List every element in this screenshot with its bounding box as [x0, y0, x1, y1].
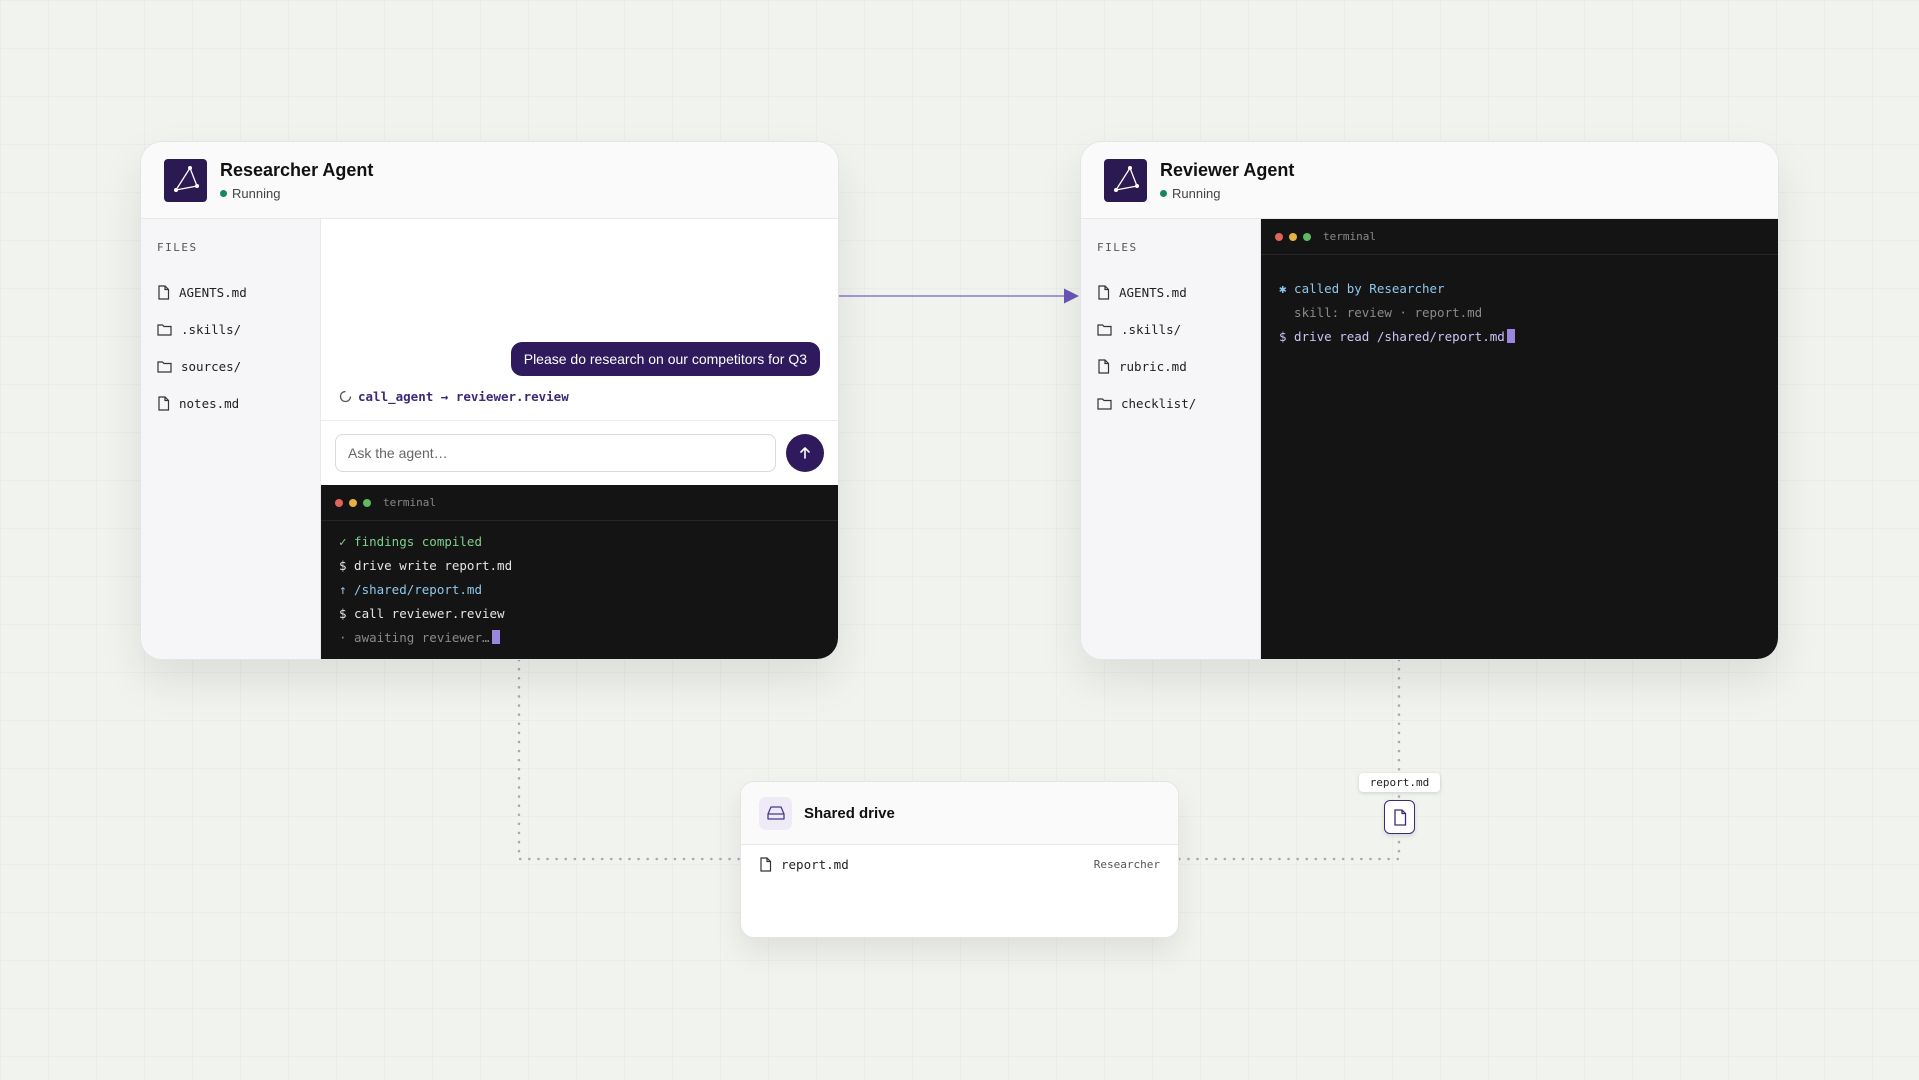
file-name: .skills/	[181, 322, 242, 337]
folder-icon	[1097, 324, 1112, 336]
researcher-terminal: terminal ✓ findings compiled $ drive wri…	[321, 485, 838, 659]
terminal-title: terminal	[383, 496, 436, 509]
agent-logo-icon	[164, 158, 207, 202]
maximize-dot-icon	[363, 498, 371, 507]
shared-drive-title: Shared drive	[804, 804, 895, 822]
terminal-line: ↑ /shared/report.md	[339, 582, 482, 597]
maximize-dot-icon	[1303, 232, 1311, 241]
folder-icon	[1097, 398, 1112, 410]
shared-drive-card: Shared drive report.md Researcher	[740, 781, 1179, 938]
researcher-status: Running	[220, 186, 373, 201]
file-item-skills[interactable]: .skills/	[1097, 311, 1260, 348]
hard-drive-icon	[759, 796, 792, 830]
file-item-agents-md[interactable]: AGENTS.md	[157, 274, 320, 311]
reviewer-header: Reviewer Agent Running	[1081, 142, 1778, 219]
tool-call-status: call_agent → reviewer.review	[339, 389, 569, 404]
drive-file-owner: Researcher	[1093, 857, 1160, 871]
arrow-up-icon	[800, 447, 810, 459]
file-icon	[158, 285, 170, 300]
file-icon	[1098, 359, 1110, 374]
file-icon	[1098, 285, 1110, 300]
shared-drive-header: Shared drive	[741, 782, 1178, 845]
files-heading: FILES	[1097, 241, 1138, 254]
cursor-icon	[491, 630, 500, 644]
status-dot-icon	[220, 189, 227, 197]
researcher-agent-card: Researcher Agent Running FILES AGENTS.md…	[140, 141, 839, 660]
reviewer-drive-link	[1177, 658, 1401, 861]
file-name: AGENTS.md	[179, 285, 247, 300]
file-icon	[760, 856, 772, 872]
cursor-icon	[1506, 329, 1515, 343]
transfer-document-icon	[1384, 800, 1415, 834]
researcher-drive-link	[517, 658, 742, 861]
file-item-notes-md[interactable]: notes.md	[157, 385, 320, 422]
reviewer-terminal: terminal ✱ called by Researcher skill: r…	[1261, 219, 1778, 659]
chat-area: Please do research on our competitors fo…	[321, 219, 838, 421]
agent-logo-icon	[1104, 158, 1147, 202]
terminal-bar: terminal	[321, 485, 838, 521]
minimize-dot-icon	[1289, 232, 1297, 241]
file-item-skills[interactable]: .skills/	[157, 311, 320, 348]
tool-call-text: call_agent → reviewer.review	[358, 389, 569, 404]
terminal-title: terminal	[1323, 230, 1376, 243]
status-text: Running	[1172, 185, 1221, 201]
reviewer-files-panel: FILES AGENTS.md .skills/ rubric.md check…	[1081, 219, 1261, 659]
close-dot-icon	[1275, 232, 1283, 241]
file-name: checklist/	[1121, 396, 1197, 411]
minimize-dot-icon	[349, 498, 357, 507]
terminal-line: $ call reviewer.review	[339, 606, 505, 621]
folder-icon	[157, 324, 172, 336]
terminal-line: ✓ findings compiled	[339, 534, 482, 549]
file-name: .skills/	[1121, 322, 1182, 337]
terminal-line-text: $ drive read /shared/report.md	[1279, 329, 1505, 344]
terminal-line-awaiting: · awaiting reviewer…	[339, 626, 838, 650]
user-message: Please do research on our competitors fo…	[510, 342, 820, 376]
researcher-header: Researcher Agent Running	[141, 142, 838, 219]
files-heading: FILES	[157, 241, 198, 254]
file-item-rubric-md[interactable]: rubric.md	[1097, 348, 1260, 385]
researcher-main-panel: Please do research on our competitors fo…	[321, 219, 838, 659]
terminal-line-text: · awaiting reviewer…	[339, 630, 490, 645]
terminal-line: skill: review · report.md	[1279, 305, 1483, 320]
terminal-line: $ drive write report.md	[339, 558, 513, 573]
file-name: rubric.md	[1119, 359, 1187, 374]
input-area	[321, 421, 838, 485]
file-icon	[158, 396, 170, 411]
drive-file-row[interactable]: report.md Researcher	[741, 845, 1178, 883]
reviewer-status: Running	[1160, 186, 1294, 201]
reviewer-title: Reviewer Agent	[1160, 159, 1295, 180]
transfer-label: report.md	[1359, 773, 1440, 792]
folder-icon	[157, 361, 172, 373]
researcher-title: Researcher Agent	[220, 159, 374, 180]
send-button[interactable]	[786, 434, 824, 472]
file-name: AGENTS.md	[1119, 285, 1187, 300]
terminal-line-command: $ drive read /shared/report.md	[1279, 325, 1778, 349]
ask-agent-input[interactable]	[335, 434, 776, 472]
researcher-files-panel: FILES AGENTS.md .skills/ sources/ notes.…	[141, 219, 321, 659]
file-item-agents-md[interactable]: AGENTS.md	[1097, 274, 1260, 311]
status-text: Running	[232, 185, 281, 201]
file-item-sources[interactable]: sources/	[157, 348, 320, 385]
file-item-checklist[interactable]: checklist/	[1097, 385, 1260, 422]
terminal-bar: terminal	[1261, 219, 1778, 255]
reviewer-agent-card: Reviewer Agent Running FILES AGENTS.md .…	[1080, 141, 1779, 660]
spinner-icon	[339, 390, 352, 403]
file-name: sources/	[181, 359, 242, 374]
status-dot-icon	[1160, 189, 1167, 197]
close-dot-icon	[335, 498, 343, 507]
file-name: notes.md	[179, 396, 240, 411]
terminal-line: ✱ called by Researcher	[1279, 281, 1445, 296]
drive-file-name: report.md	[781, 856, 849, 872]
